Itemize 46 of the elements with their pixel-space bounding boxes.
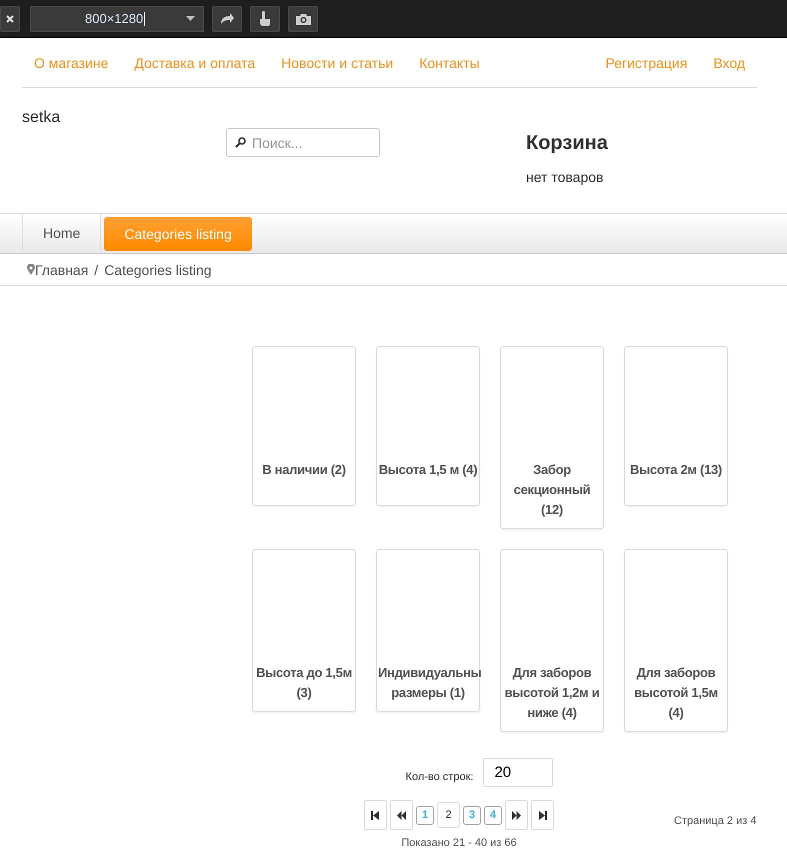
close-icon — [6, 14, 14, 22]
pointing-hand-icon — [259, 11, 271, 26]
first-page-button[interactable] — [364, 800, 387, 830]
rotate-button[interactable] — [212, 6, 242, 32]
page-info: Страница 2 из 4 — [674, 815, 756, 827]
results-count: Показано 21 - 40 из 66 — [401, 837, 517, 849]
touch-button[interactable] — [250, 6, 280, 32]
rows-label: Кол-во строк: — [406, 770, 474, 782]
skip-start-icon — [371, 810, 380, 820]
size-field[interactable]: 800×1280 — [30, 6, 204, 32]
category-card[interactable]: Забор секционный (12) — [500, 346, 604, 529]
breadcrumb-separator: / — [94, 262, 98, 278]
cart-status: нет товаров — [526, 169, 604, 185]
search-field[interactable]: Поиск... — [226, 128, 380, 157]
category-name: Высота 1,5 м (4) — [378, 461, 478, 479]
page-button[interactable]: 2 — [437, 802, 460, 828]
curved-arrow-icon — [220, 12, 234, 24]
category-card[interactable]: Высота до 1,5м (3) — [252, 549, 356, 712]
category-card[interactable]: Индивидуальны размеры (1) — [376, 549, 480, 712]
next-page-button[interactable] — [505, 800, 528, 830]
category-card[interactable]: Для заборов высотой 1,2м и ниже (4) — [500, 549, 604, 732]
nav-tab[interactable]: Home — [22, 214, 102, 253]
caret-icon — [186, 16, 195, 21]
category-name: Для заборов высотой 1,5м (4) — [633, 664, 719, 722]
screenshot-button[interactable] — [288, 6, 318, 32]
category-card[interactable]: Высота 1,5 м (4) — [376, 346, 480, 506]
skip-end-icon — [538, 810, 547, 820]
close-button[interactable] — [0, 6, 20, 32]
category-name: Забор секционный (12) — [512, 461, 592, 519]
category-card[interactable]: Высота 2м (13) — [624, 346, 728, 506]
site-logo[interactable]: setka — [22, 109, 226, 213]
category-name: В наличии (2) — [261, 461, 347, 479]
category-card[interactable]: В наличии (2) — [252, 346, 356, 506]
previous-page-button[interactable] — [390, 800, 413, 830]
double-left-icon — [397, 810, 406, 820]
last-page-button[interactable] — [531, 800, 554, 830]
double-right-icon — [512, 810, 521, 820]
camera-icon — [296, 12, 310, 24]
category-name: Высота 2м (13) — [629, 461, 723, 479]
category-card[interactable]: Для заборов высотой 1,5м (4) — [624, 549, 728, 732]
rows-field[interactable]: 20 — [483, 758, 554, 787]
category-name: Для заборов высотой 1,2м и ниже (4) — [504, 664, 600, 722]
breadcrumb-link[interactable]: Главная — [35, 262, 88, 278]
cart-title: Корзина — [526, 132, 608, 155]
category-name: Высота до 1,5м (3) — [255, 664, 353, 702]
map-pin-icon — [27, 264, 35, 275]
